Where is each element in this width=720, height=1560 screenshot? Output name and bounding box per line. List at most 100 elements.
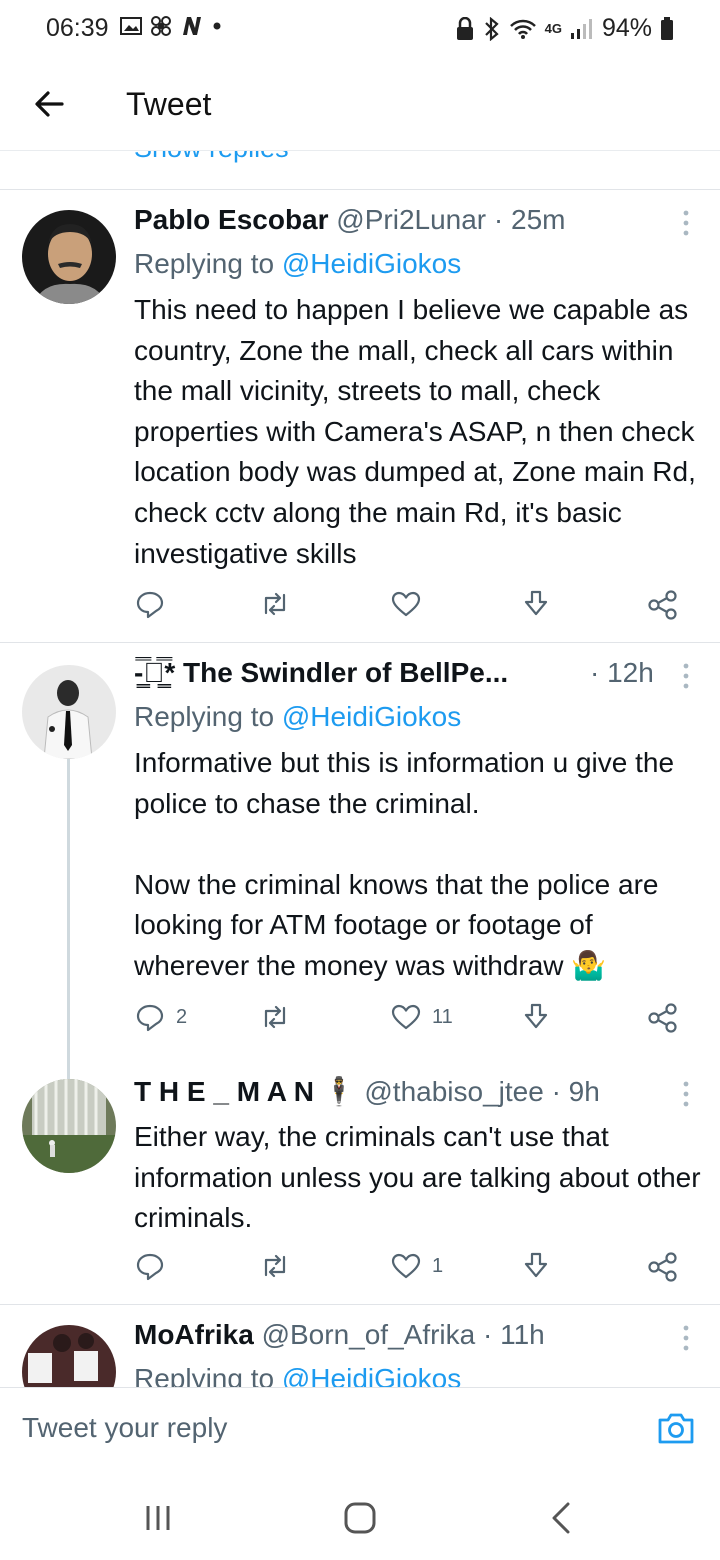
heart-icon bbox=[391, 1253, 421, 1279]
timestamp: · 9h bbox=[551, 1076, 600, 1107]
reply-icon bbox=[136, 1253, 164, 1281]
download-icon bbox=[524, 1252, 548, 1278]
bookmark-button[interactable] bbox=[520, 588, 552, 620]
tweet-the-man[interactable]: T H E _ M A N 🕴 @thabiso_jtee · 9h Eithe… bbox=[0, 1061, 720, 1305]
tweet-header: -͇̿⏛͇̿* The Swindler of BellPe... bbox=[134, 657, 508, 689]
avatar-image bbox=[22, 1079, 116, 1173]
gallery-icon bbox=[120, 17, 142, 35]
avatar[interactable] bbox=[22, 210, 116, 304]
reply-count: 2 bbox=[176, 1005, 188, 1028]
share-icon bbox=[648, 590, 677, 620]
tweet-header: T H E _ M A N 🕴 @thabiso_jtee · 9h bbox=[134, 1075, 600, 1108]
reply-button[interactable] bbox=[134, 588, 176, 620]
recent-apps-icon[interactable] bbox=[143, 1503, 173, 1533]
display-name[interactable]: MoAfrika bbox=[134, 1319, 254, 1350]
fan-icon bbox=[151, 16, 171, 36]
timestamp: · 11h bbox=[483, 1319, 545, 1350]
back-nav-icon[interactable] bbox=[548, 1501, 574, 1535]
download-icon bbox=[524, 1003, 548, 1029]
status-right: 4G 94% bbox=[455, 14, 674, 43]
tweet-actions-swindler: 2 11 bbox=[134, 1001, 694, 1041]
share-button[interactable] bbox=[646, 1001, 680, 1033]
app-bar: Tweet bbox=[0, 60, 720, 151]
retweet-icon bbox=[264, 1254, 286, 1278]
handle[interactable]: @thabiso_jtee bbox=[364, 1076, 543, 1107]
bookmark-button[interactable] bbox=[520, 1001, 552, 1033]
wifi-icon bbox=[509, 19, 536, 39]
replying-prefix: Replying to bbox=[134, 701, 282, 732]
retweet-button[interactable] bbox=[258, 1250, 302, 1282]
reply-input[interactable]: Tweet your reply bbox=[22, 1412, 227, 1444]
reply-icon bbox=[136, 591, 164, 619]
show-replies-row[interactable]: Show replies bbox=[0, 151, 720, 190]
handle[interactable]: @Born_of_Afrika bbox=[262, 1319, 476, 1350]
like-button[interactable]: 1 bbox=[390, 1250, 443, 1282]
download-icon bbox=[524, 590, 548, 616]
page-title: Tweet bbox=[126, 86, 212, 122]
tweet-pablo-escobar[interactable]: Pablo Escobar @Pri2Lunar · 25m Replying … bbox=[0, 190, 720, 643]
avatar[interactable] bbox=[22, 665, 116, 759]
camera-button[interactable] bbox=[656, 1408, 696, 1448]
status-bar: 06:39 4G 94% bbox=[0, 0, 720, 60]
reply-feed[interactable]: Show replies Pablo Escobar @Pri2Lunar · … bbox=[0, 151, 720, 1387]
replying-to: Replying to @HeidiGiokos bbox=[134, 701, 461, 733]
share-icon bbox=[648, 1252, 677, 1282]
retweet-button[interactable] bbox=[258, 1001, 302, 1033]
tweet-header: Pablo Escobar @Pri2Lunar · 25m bbox=[134, 204, 566, 236]
more-options-icon[interactable] bbox=[680, 661, 692, 691]
network-type: 4G bbox=[544, 21, 562, 36]
tweet-time: · 12h bbox=[590, 657, 654, 689]
like-count: 11 bbox=[432, 1005, 453, 1028]
avatar[interactable] bbox=[22, 1325, 116, 1387]
more-options-icon[interactable] bbox=[680, 208, 692, 238]
more-options-icon[interactable] bbox=[680, 1079, 692, 1109]
battery-icon bbox=[661, 16, 673, 40]
timestamp: · 12h bbox=[590, 657, 654, 688]
mention-link[interactable]: @HeidiGiokos bbox=[282, 248, 461, 279]
tweet-text: Informative but this is information u gi… bbox=[134, 747, 675, 981]
show-replies-link[interactable]: Show replies bbox=[134, 151, 289, 164]
like-count: 1 bbox=[432, 1254, 444, 1277]
system-nav-bar bbox=[0, 1467, 720, 1560]
bookmark-button[interactable] bbox=[520, 1250, 552, 1282]
reply-bar: Tweet your reply bbox=[0, 1387, 720, 1468]
back-button[interactable] bbox=[30, 84, 70, 124]
tweet-moafrika[interactable]: MoAfrika @Born_of_Afrika · 11h Replying … bbox=[0, 1305, 720, 1387]
replying-prefix: Replying to bbox=[134, 1363, 282, 1387]
share-button[interactable] bbox=[646, 588, 680, 620]
heart-icon bbox=[391, 1004, 421, 1030]
avatar[interactable] bbox=[22, 1079, 116, 1173]
like-button[interactable]: 11 bbox=[390, 1001, 453, 1033]
display-name[interactable]: Pablo Escobar bbox=[134, 204, 329, 235]
notification-icons bbox=[120, 15, 222, 37]
heart-icon bbox=[391, 591, 421, 617]
display-name[interactable]: -͇̿⏛͇̿* The Swindler of BellPe... bbox=[134, 657, 508, 688]
reply-button[interactable]: 2 bbox=[134, 1001, 187, 1033]
lock-icon bbox=[456, 16, 473, 40]
mention-link[interactable]: @HeidiGiokos bbox=[282, 701, 461, 732]
tweet-actions bbox=[134, 588, 694, 628]
share-button[interactable] bbox=[646, 1250, 680, 1282]
replying-to: Replying to @HeidiGiokos bbox=[134, 248, 461, 280]
status-time: 06:39 bbox=[46, 14, 109, 42]
mention-link[interactable]: @HeidiGiokos bbox=[282, 1363, 461, 1387]
replying-prefix: Replying to bbox=[134, 248, 282, 279]
tweet-text: Either way, the criminals can't use that… bbox=[134, 1121, 709, 1234]
retweet-button[interactable] bbox=[258, 588, 302, 620]
timestamp: · 25m bbox=[493, 204, 566, 235]
avatar-image bbox=[22, 665, 116, 759]
tweet-swindler[interactable]: -͇̿⏛͇̿* The Swindler of BellPe... · 12h … bbox=[0, 643, 720, 1061]
share-icon bbox=[648, 1003, 677, 1033]
reply-button[interactable] bbox=[134, 1250, 176, 1282]
n-app-icon bbox=[183, 17, 201, 35]
like-button[interactable] bbox=[390, 588, 432, 620]
display-name[interactable]: T H E _ M A N 🕴 bbox=[134, 1076, 357, 1107]
handle[interactable]: @Pri2Lunar bbox=[336, 204, 486, 235]
retweet-icon bbox=[264, 592, 286, 616]
camera-icon bbox=[658, 1413, 694, 1444]
tweet-header: MoAfrika @Born_of_Afrika · 11h bbox=[134, 1319, 545, 1351]
more-options-icon[interactable] bbox=[680, 1323, 692, 1353]
signal-icon bbox=[570, 18, 592, 39]
home-icon[interactable] bbox=[343, 1501, 377, 1535]
tweet-actions: 1 bbox=[134, 1250, 694, 1290]
